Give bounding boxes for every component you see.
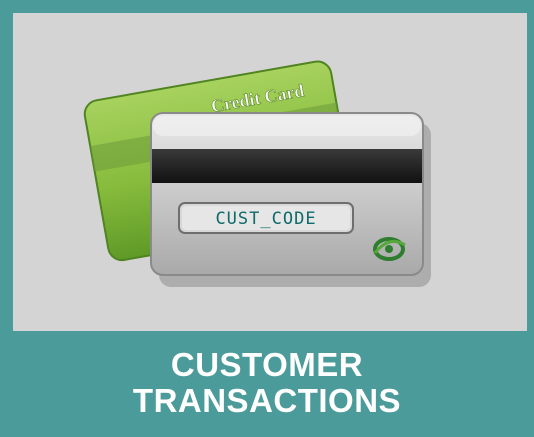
- tile-label-line1: CUSTOMER: [170, 345, 364, 383]
- tile-image: Credit Card CUST_CODE: [13, 13, 527, 331]
- front-id-card: CUST_CODE: [150, 112, 424, 276]
- magnetic-stripe: [152, 149, 422, 183]
- tile-label: CUSTOMER TRANSACTIONS: [3, 331, 531, 434]
- cust-code-text: CUST_CODE: [215, 209, 316, 229]
- customer-transactions-tile[interactable]: Credit Card CUST_CODE CUSTOMER TRANSACTI…: [0, 0, 534, 437]
- credit-card-icon: Credit Card CUST_CODE: [83, 60, 431, 287]
- tile-label-line2: TRANSACTIONS: [132, 381, 402, 419]
